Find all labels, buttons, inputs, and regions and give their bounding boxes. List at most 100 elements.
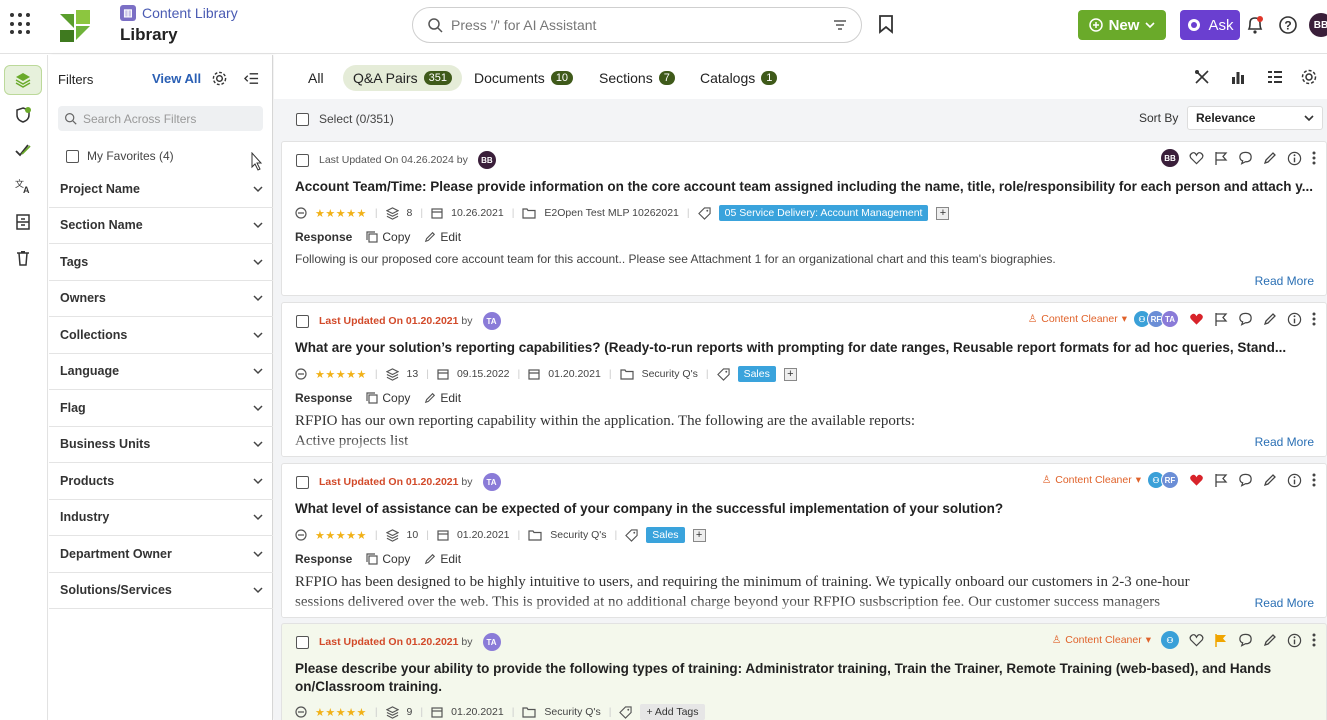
rail-translate[interactable]: 文A xyxy=(4,171,42,201)
add-tags-button[interactable]: + Add Tags xyxy=(640,704,705,720)
star-rating[interactable]: ★★★★★ xyxy=(315,368,367,381)
collaborator-avatars[interactable]: ⚇ RF xyxy=(1147,471,1179,489)
comment-icon[interactable] xyxy=(1238,633,1253,647)
qa-card[interactable]: Last Updated On 01.20.2021 by TA ♙ Conten… xyxy=(281,302,1327,457)
heart-filled-icon[interactable] xyxy=(1189,473,1204,487)
star-rating[interactable]: ★★★★★ xyxy=(315,207,367,220)
qa-card[interactable]: Last Updated On 04.26.2024 by BB BB Acco… xyxy=(281,141,1327,296)
tab-qa-pairs[interactable]: Q&A Pairs 351 xyxy=(343,65,462,91)
star-rating[interactable]: ★★★★★ xyxy=(315,529,367,542)
project-folder[interactable]: Security Q's xyxy=(550,529,606,541)
read-more-link[interactable]: Read More xyxy=(1255,274,1314,288)
new-button[interactable]: New xyxy=(1078,10,1166,40)
help-icon[interactable]: ? xyxy=(1278,15,1298,35)
comment-icon[interactable] xyxy=(1238,312,1253,326)
flag-icon[interactable] xyxy=(1214,312,1228,327)
project-folder[interactable]: Security Q's xyxy=(642,368,698,380)
sort-dropdown[interactable]: Relevance xyxy=(1187,106,1323,130)
filter-row[interactable]: Project Name xyxy=(49,171,273,208)
qa-card[interactable]: Last Updated On 01.20.2021 by TA ♙ Conten… xyxy=(281,623,1327,720)
list-view-icon[interactable] xyxy=(1267,69,1283,85)
filter-row[interactable]: Business Units xyxy=(49,427,273,463)
filter-search-input[interactable] xyxy=(83,111,253,126)
add-tag-button[interactable]: + xyxy=(692,528,706,542)
edit-pencil-icon[interactable] xyxy=(1263,473,1277,487)
card-checkbox[interactable] xyxy=(296,475,309,489)
copy-button[interactable]: Copy xyxy=(366,552,410,566)
filter-row[interactable]: Collections xyxy=(49,317,273,354)
info-icon[interactable] xyxy=(1287,633,1302,648)
filter-lines-icon[interactable] xyxy=(833,19,847,31)
apps-grid-icon[interactable] xyxy=(10,13,32,35)
author-avatar[interactable]: TA xyxy=(482,473,501,491)
tab-sections[interactable]: Sections 7 xyxy=(589,65,685,91)
owner-avatar[interactable]: BB xyxy=(1161,149,1179,167)
rail-archive[interactable] xyxy=(4,207,42,237)
heart-icon[interactable] xyxy=(1189,633,1204,647)
heart-icon[interactable] xyxy=(1189,151,1204,165)
tools-icon[interactable] xyxy=(1194,69,1210,85)
card-checkbox[interactable] xyxy=(296,153,309,167)
more-options-icon[interactable] xyxy=(1312,151,1316,165)
bell-icon[interactable] xyxy=(1246,15,1264,35)
question-text[interactable]: What are your solution’s reporting capab… xyxy=(295,340,1315,355)
tab-catalogs[interactable]: Catalogs 1 xyxy=(690,65,787,91)
filter-row[interactable]: Solutions/Services xyxy=(49,573,273,609)
filter-row[interactable]: Section Name xyxy=(49,208,273,244)
qa-card[interactable]: Last Updated On 01.20.2021 by TA ♙ Conten… xyxy=(281,463,1327,618)
read-more-link[interactable]: Read More xyxy=(1255,435,1314,449)
edit-pencil-icon[interactable] xyxy=(1263,312,1277,326)
favorites-checkbox[interactable] xyxy=(66,149,79,163)
project-folder[interactable]: E2Open Test MLP 10262021 xyxy=(544,207,678,219)
project-folder[interactable]: Security Q's xyxy=(544,706,600,718)
user-avatar[interactable]: BB xyxy=(1309,13,1327,37)
rail-library[interactable] xyxy=(4,65,42,95)
comment-icon[interactable] xyxy=(1238,151,1253,165)
filter-row[interactable]: Flag xyxy=(49,390,273,427)
select-all[interactable]: Select (0/351) xyxy=(296,112,394,126)
star-rating[interactable]: ★★★★★ xyxy=(315,706,367,719)
filter-row[interactable]: Department Owner xyxy=(49,536,273,573)
tag-badge[interactable]: 05 Service Delivery: Account Management xyxy=(718,205,929,221)
content-cleaner-dropdown[interactable]: ♙ Content Cleaner ▾ xyxy=(1028,313,1127,325)
breadcrumb-label[interactable]: Content Library xyxy=(142,5,238,21)
rail-moderation[interactable] xyxy=(4,100,42,130)
ask-button[interactable]: Ask xyxy=(1180,10,1240,40)
tag-badge[interactable]: Sales xyxy=(737,366,776,382)
filter-search[interactable] xyxy=(58,106,263,131)
info-icon[interactable] xyxy=(1287,312,1302,327)
flag-filled-icon[interactable] xyxy=(1214,633,1228,648)
filter-row[interactable]: Owners xyxy=(49,281,273,317)
info-icon[interactable] xyxy=(1287,151,1302,166)
filter-row[interactable]: Tags xyxy=(49,244,273,281)
flag-icon[interactable] xyxy=(1214,151,1228,166)
edit-pencil-icon[interactable] xyxy=(1263,151,1277,165)
edit-button[interactable]: Edit xyxy=(424,552,461,566)
filter-row[interactable]: Products xyxy=(49,463,273,500)
edit-button[interactable]: Edit xyxy=(424,391,461,405)
search-input[interactable] xyxy=(451,17,833,33)
filter-row[interactable]: Industry xyxy=(49,500,273,536)
author-avatar[interactable]: TA xyxy=(482,633,501,651)
card-checkbox[interactable] xyxy=(296,635,309,649)
ai-search-bar[interactable] xyxy=(412,7,862,43)
collaborator-avatars[interactable]: ⚇ RF TA xyxy=(1133,310,1179,328)
more-options-icon[interactable] xyxy=(1312,633,1316,647)
card-checkbox[interactable] xyxy=(296,314,309,328)
rail-review[interactable] xyxy=(4,135,42,165)
collapse-panel-icon[interactable] xyxy=(244,71,259,86)
content-cleaner-dropdown[interactable]: ♙ Content Cleaner ▾ xyxy=(1052,634,1151,646)
filter-row[interactable]: Language xyxy=(49,354,273,390)
gear-icon[interactable] xyxy=(212,71,227,86)
tab-all[interactable]: All xyxy=(298,65,334,91)
author-avatar[interactable]: BB xyxy=(477,151,496,169)
question-text[interactable]: Please describe your ability to provide … xyxy=(295,660,1315,696)
read-more-link[interactable]: Read More xyxy=(1255,596,1314,610)
info-icon[interactable] xyxy=(1287,473,1302,488)
my-favorites-checkbox[interactable]: My Favorites (4) xyxy=(66,149,174,163)
copy-button[interactable]: Copy xyxy=(366,230,410,244)
bookmark-icon[interactable] xyxy=(877,14,895,34)
comment-icon[interactable] xyxy=(1238,473,1253,487)
more-options-icon[interactable] xyxy=(1312,312,1316,326)
view-all-link[interactable]: View All xyxy=(152,71,201,86)
